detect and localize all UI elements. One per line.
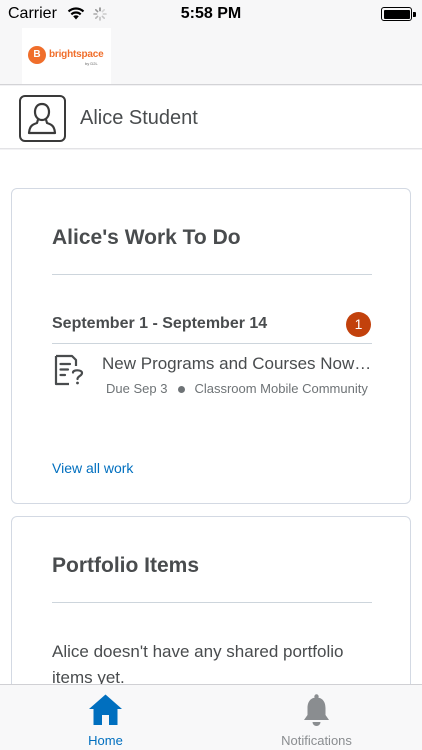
user-header: Alice Student [0,86,422,149]
bell-icon [299,693,334,732]
brightspace-logo-mark-icon: B [28,46,46,64]
avatar[interactable] [19,95,66,142]
divider [52,602,372,603]
work-to-do-widget: Alice's Work To Do September 1 - Septemb… [11,188,411,504]
tab-label: Home [88,733,123,748]
divider [52,274,372,275]
widget-title: Portfolio Items [52,554,200,577]
tab-notifications[interactable]: Notifications [211,685,422,750]
activity-meta: Due Sep 3 Classroom Mobile Community [106,381,372,396]
logo-wordmark: brightspace [49,49,104,60]
user-silhouette-icon [27,102,57,135]
assignment-icon [52,353,86,392]
empty-state-message: Alice doesn't have any shared portfolio … [52,642,344,684]
battery-icon [381,7,416,21]
status-bar: Carrier 5:58 PM [0,0,422,28]
home-content[interactable]: Alice's Work To Do September 1 - Septemb… [0,150,422,684]
separator-dot [178,386,186,393]
divider [52,343,372,344]
view-all-work-link[interactable]: View all work [52,460,133,476]
tab-label: Notifications [281,733,352,748]
portfolio-widget: Portfolio Items Alice doesn't have any s… [11,516,411,684]
brightspace-logo[interactable]: B brightspace by D2L [22,28,111,84]
activity-item[interactable]: New Programs and Courses Now Available D… [52,345,372,400]
home-icon [88,693,123,732]
logo-byline: by D2L [85,61,98,66]
brand-header: B brightspace by D2L [0,28,422,85]
activity-course: Classroom Mobile Community [194,381,368,396]
user-name: Alice Student [80,107,198,129]
activity-due-date: Due Sep 3 [106,381,168,396]
tab-bar: Home Notifications [0,684,422,750]
widget-title: Alice's Work To Do [52,226,241,249]
date-range-heading: September 1 - September 14 [52,315,268,332]
tab-home[interactable]: Home [0,685,211,750]
status-time: 5:58 PM [180,5,242,22]
activity-title: New Programs and Courses Now Available [102,354,372,373]
count-badge: 1 [346,312,371,337]
